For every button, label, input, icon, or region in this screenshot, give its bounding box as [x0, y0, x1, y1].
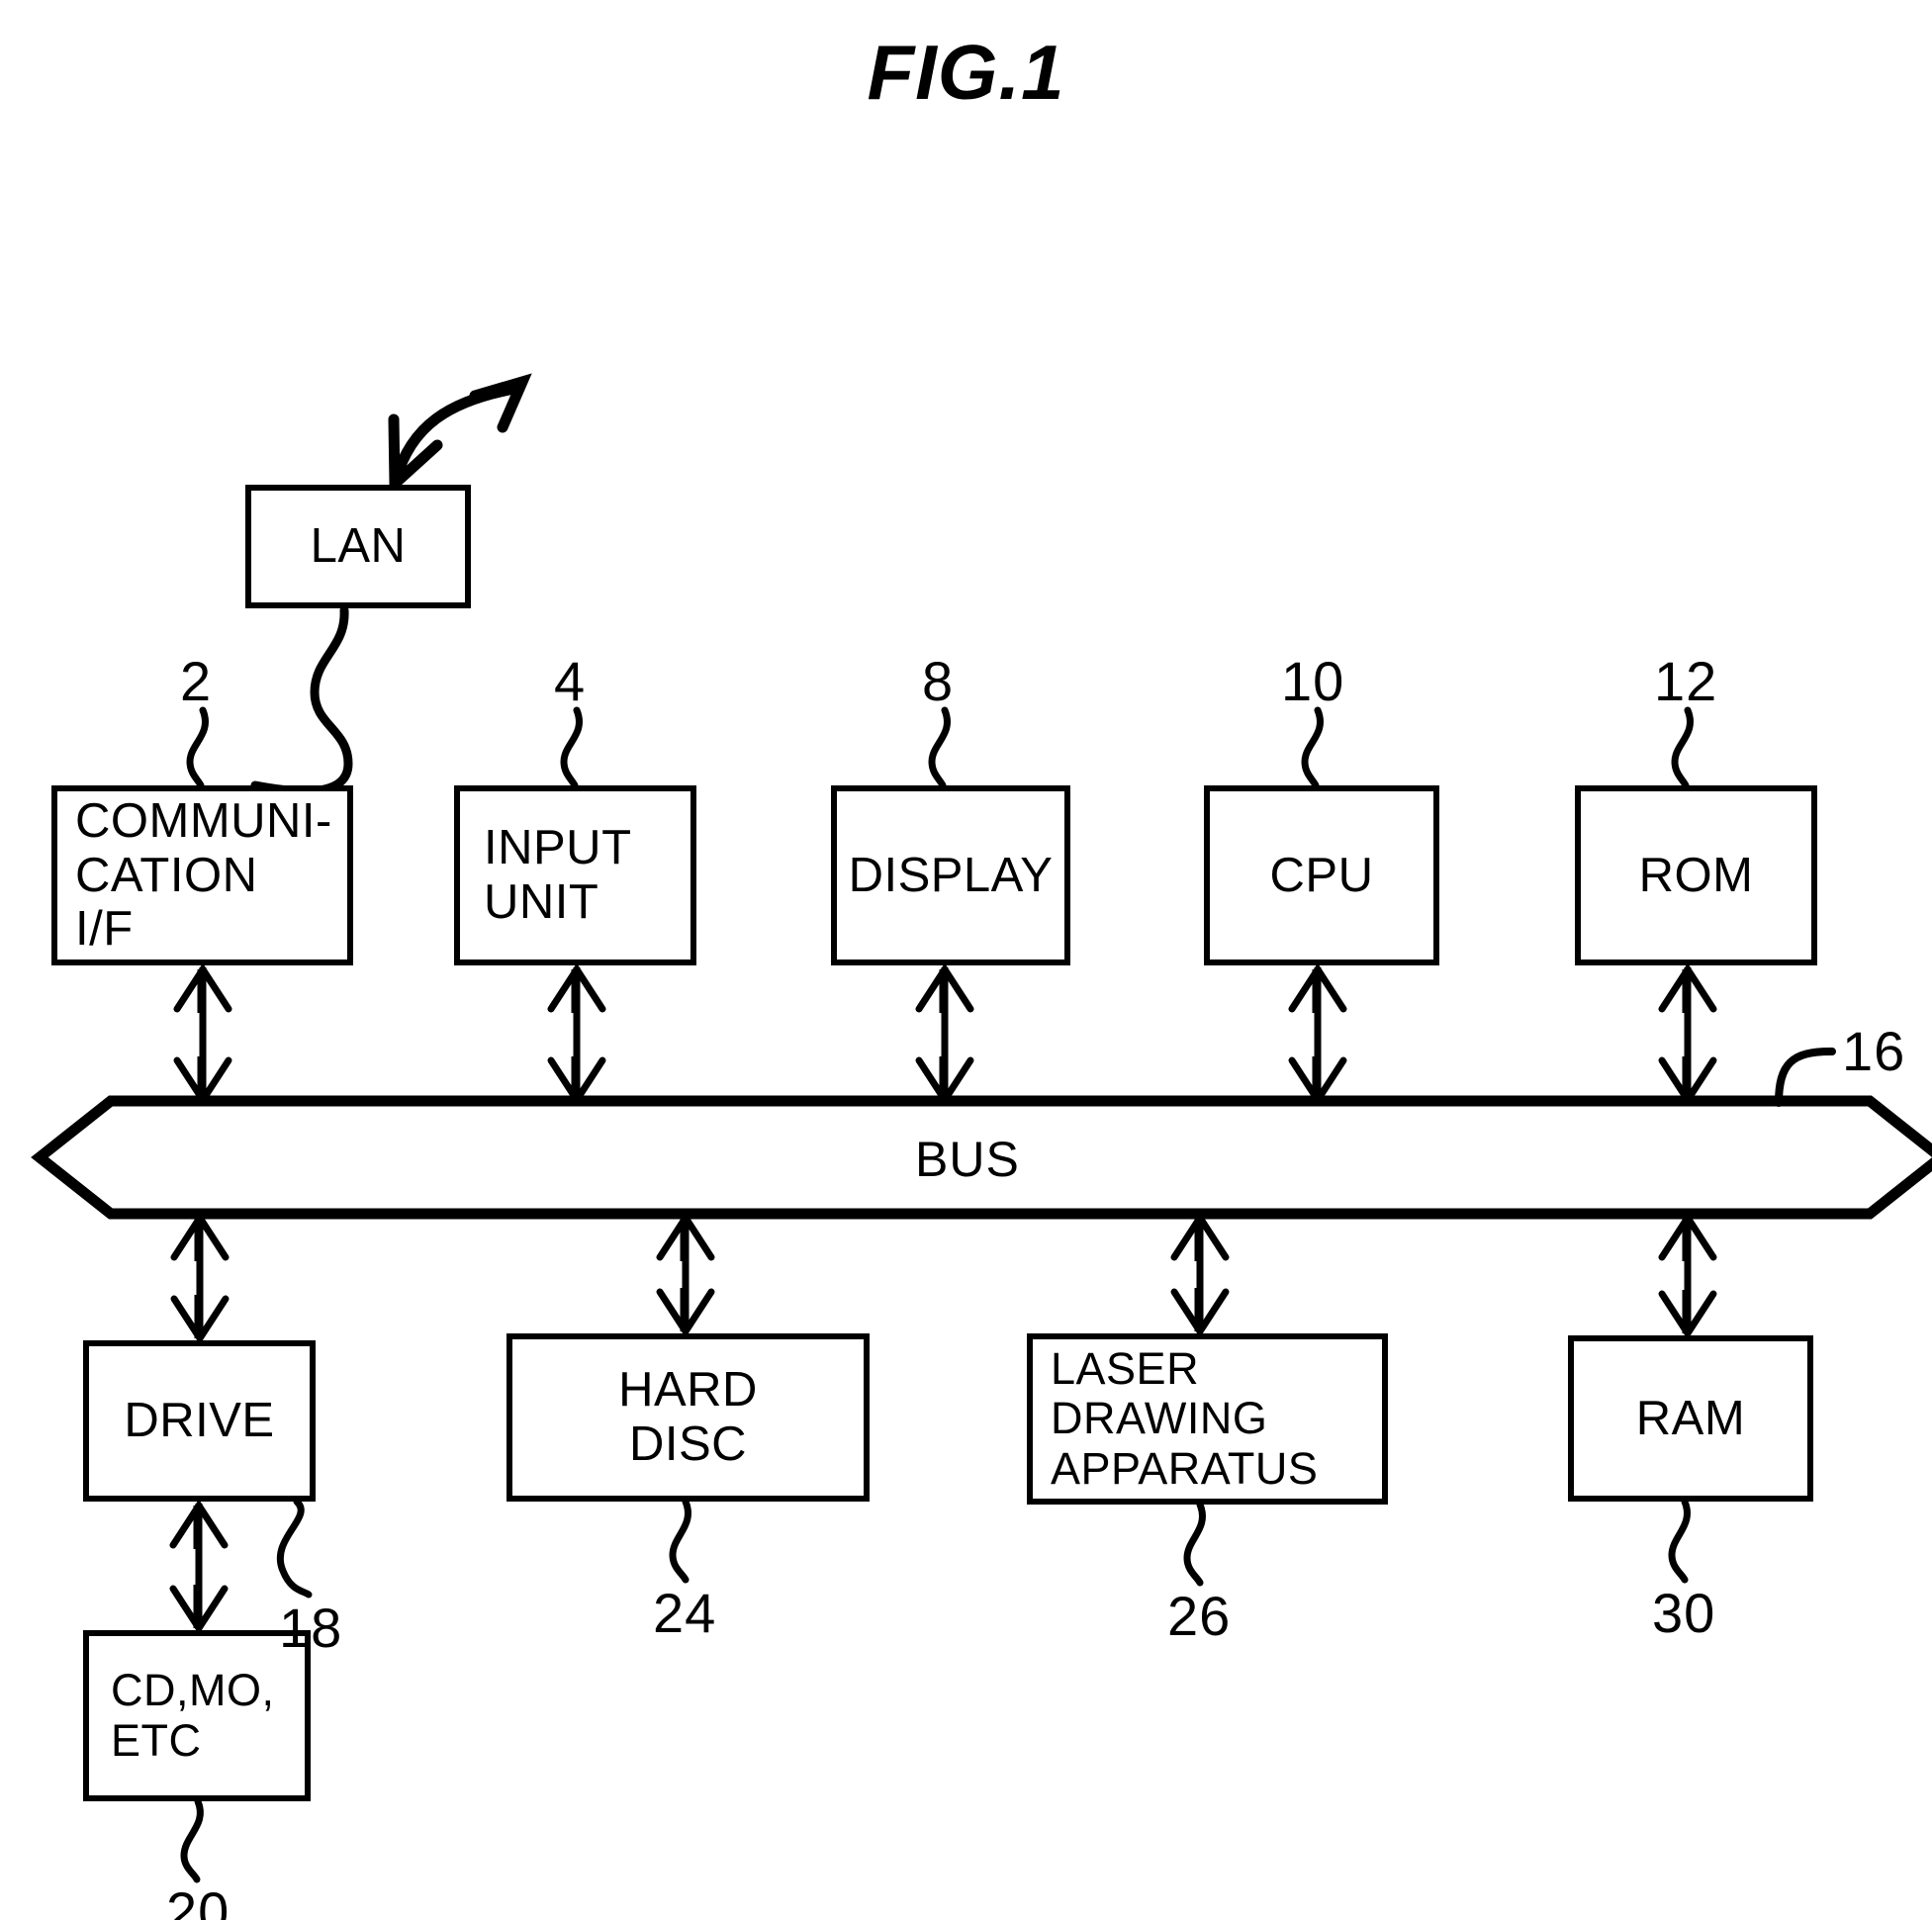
- node-drive-label: DRIVE: [124, 1394, 275, 1448]
- bus-label: BUS: [915, 1132, 1020, 1187]
- node-input-unit-label-2: UNIT: [484, 875, 599, 929]
- node-laser-drawing-apparatus[interactable]: LASER DRAWING APPARATUS: [1027, 1333, 1388, 1505]
- node-lan[interactable]: LAN: [245, 485, 471, 608]
- figure-canvas: FIG.1 LAN COMMUNI- CATION I/F INPUT UNIT…: [0, 0, 1932, 1920]
- node-hard-disc-label-1: HARD: [618, 1363, 758, 1417]
- node-rom-label: ROM: [1638, 848, 1754, 902]
- bus-leader-line: [1775, 1048, 1836, 1107]
- leader-lines-top: [186, 706, 1694, 789]
- refnum-cpu: 10: [1281, 650, 1345, 712]
- node-display-label: DISPLAY: [848, 848, 1054, 902]
- node-removable-media-label-1: CD,MO,: [111, 1665, 275, 1716]
- node-laser-drawing-apparatus-label-2: DRAWING: [1051, 1393, 1268, 1444]
- node-communication-interface-label-2: CATION: [75, 848, 258, 902]
- refnum-drive: 18: [279, 1597, 343, 1659]
- refnum-bus: 16: [1842, 1020, 1906, 1082]
- node-communication-interface[interactable]: COMMUNI- CATION I/F: [51, 785, 353, 965]
- node-communication-interface-label-3: I/F: [75, 902, 134, 957]
- node-lan-label: LAN: [310, 519, 407, 574]
- node-drive[interactable]: DRIVE: [83, 1340, 316, 1502]
- refnum-display: 8: [922, 650, 955, 712]
- node-ram-label: RAM: [1635, 1391, 1746, 1445]
- lan-to-comm-wavy-line: [250, 605, 353, 796]
- node-rom[interactable]: ROM: [1575, 785, 1817, 965]
- external-network-arrow: [388, 373, 532, 497]
- refnum-input-unit: 4: [554, 650, 587, 712]
- refnum-communication-interface: 2: [180, 650, 213, 712]
- refnum-removable-media: 20: [166, 1880, 230, 1920]
- node-input-unit-label-1: INPUT: [484, 821, 632, 875]
- node-cpu[interactable]: CPU: [1204, 785, 1439, 965]
- refnum-ram: 30: [1652, 1582, 1716, 1644]
- node-cpu-label: CPU: [1269, 848, 1374, 902]
- node-hard-disc[interactable]: HARD DISC: [506, 1333, 870, 1502]
- node-input-unit[interactable]: INPUT UNIT: [454, 785, 696, 965]
- node-removable-media-label-2: ETC: [111, 1714, 202, 1766]
- node-laser-drawing-apparatus-label-3: APPARATUS: [1051, 1442, 1319, 1494]
- drive-media-arrow-down: [173, 1585, 225, 1628]
- refnum-hard-disc: 24: [653, 1582, 717, 1644]
- node-display[interactable]: DISPLAY: [831, 785, 1070, 965]
- leader-lines-bottom: [180, 1498, 1691, 1883]
- drive-media-arrow-up: [173, 1506, 225, 1549]
- bus-connectors-bottom: [196, 1216, 1692, 1338]
- node-communication-interface-label-1: COMMUNI-: [75, 793, 332, 848]
- node-removable-media[interactable]: CD,MO, ETC: [83, 1630, 311, 1801]
- node-hard-disc-label-2: DISC: [628, 1417, 748, 1471]
- node-ram[interactable]: RAM: [1568, 1335, 1813, 1502]
- bus-arrowheads-bottom: [174, 1218, 1713, 1338]
- refnum-rom: 12: [1654, 650, 1718, 712]
- node-laser-drawing-apparatus-label-1: LASER: [1051, 1342, 1200, 1394]
- refnum-laser-drawing-apparatus: 26: [1167, 1585, 1232, 1647]
